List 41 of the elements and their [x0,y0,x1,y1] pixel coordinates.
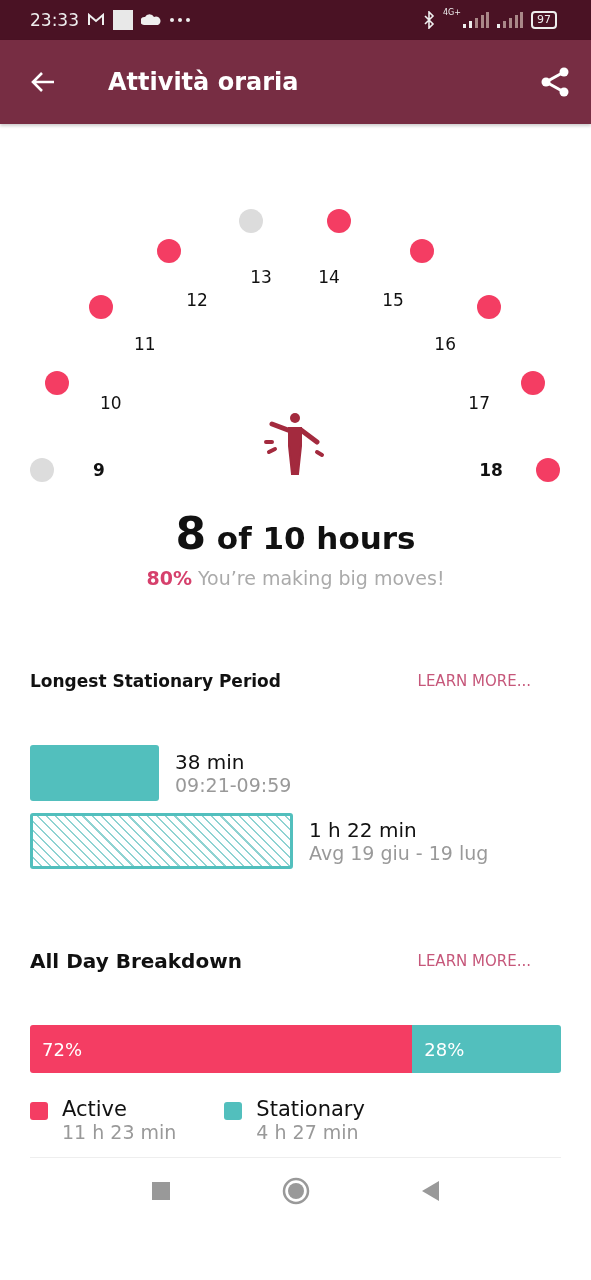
duration-detail: Avg 19 giu - 19 lug [309,842,489,864]
legend-label: Stationary [256,1097,365,1121]
hour-label: 10 [100,392,122,413]
network-label: 4G+ [443,8,461,17]
legend-label: Active [62,1097,128,1121]
learn-more-link[interactable]: LEARN MORE... [417,672,531,690]
hour-label: 13 [250,266,272,287]
progress-message: 80% You’re making big moves! [145,567,446,589]
hour-label: 14 [318,266,340,287]
section-title: All Day Breakdown [30,949,242,973]
battery-indicator: 97 [531,11,557,29]
hour-label: 9 [93,460,105,480]
hour-label: 15 [382,290,404,311]
person-moving-icon [264,412,326,478]
hour-label: 18 [479,460,503,480]
hour-label: 11 [134,334,156,354]
cloud-icon [141,14,161,26]
hour-label: 16 [434,334,456,354]
hour-label: 17 [468,392,490,413]
section-title: Longest Stationary Period [30,671,281,691]
legend-value: 11 h 23 min [62,1121,177,1143]
back-icon[interactable] [30,71,56,93]
legend-value: 4 h 27 min [256,1121,360,1143]
signal-icon [463,12,489,28]
status-time: 23:33 [30,10,79,30]
mail-icon [87,13,105,27]
duration-detail: 09:21-09:59 [175,774,292,796]
signal-icon [497,12,523,28]
home-icon[interactable] [281,1177,310,1205]
duration-value: 38 min [175,750,246,774]
hour-label: 12 [186,290,208,311]
duration-value: 1 h 22 min [309,818,418,842]
hours-summary: 8 of 10 hours [174,508,417,559]
screen-title: Attività oraria [108,68,300,96]
share-icon[interactable] [539,66,571,98]
bluetooth-icon [423,11,435,29]
more-icon [169,17,191,23]
learn-more-link[interactable]: LEARN MORE... [417,952,531,970]
notification-icon [113,10,133,30]
breakdown-segment: 72% [30,1025,413,1073]
breakdown-segment: 28% [412,1025,561,1073]
